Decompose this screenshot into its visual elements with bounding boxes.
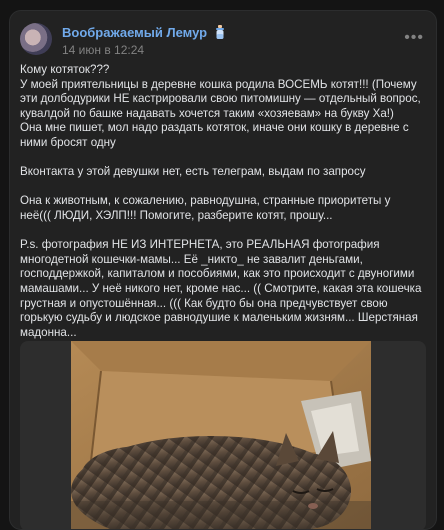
post-paragraph: У моей приятельницы в деревне кошка роди… (20, 77, 421, 120)
post-header: Воображаемый Лемур 14 июн в 12:24 ••• (20, 23, 424, 63)
post-card: Воображаемый Лемур 14 июн в 12:24 ••• Ко… (9, 10, 437, 530)
post-paragraph: Вконтакта у этой девушки нет, есть телег… (20, 165, 366, 179)
cat-in-box-image (71, 341, 371, 529)
author-name[interactable]: Воображаемый Лемур (62, 25, 226, 40)
baby-bottle-icon (215, 25, 224, 39)
post-paragraph: P.s. фотография НЕ ИЗ ИНТЕРНЕТА, это РЕА… (20, 238, 422, 339)
post-paragraph: Она к животным, к сожалению, равнодушна,… (20, 194, 391, 222)
post-date[interactable]: 14 июн в 12:24 (62, 43, 144, 57)
more-options-icon[interactable]: ••• (404, 29, 424, 47)
post-paragraph: Кому котяток??? (20, 63, 110, 76)
post-photo-frame[interactable] (20, 341, 426, 529)
post-paragraph: Она мне пишет, мол надо раздать котяток,… (20, 121, 409, 149)
author-name-label[interactable]: Воображаемый Лемур (62, 25, 207, 40)
cat-photo[interactable] (71, 341, 371, 529)
author-avatar[interactable] (20, 23, 52, 55)
post-text: Кому котяток??? У моей приятельницы в де… (20, 63, 424, 340)
